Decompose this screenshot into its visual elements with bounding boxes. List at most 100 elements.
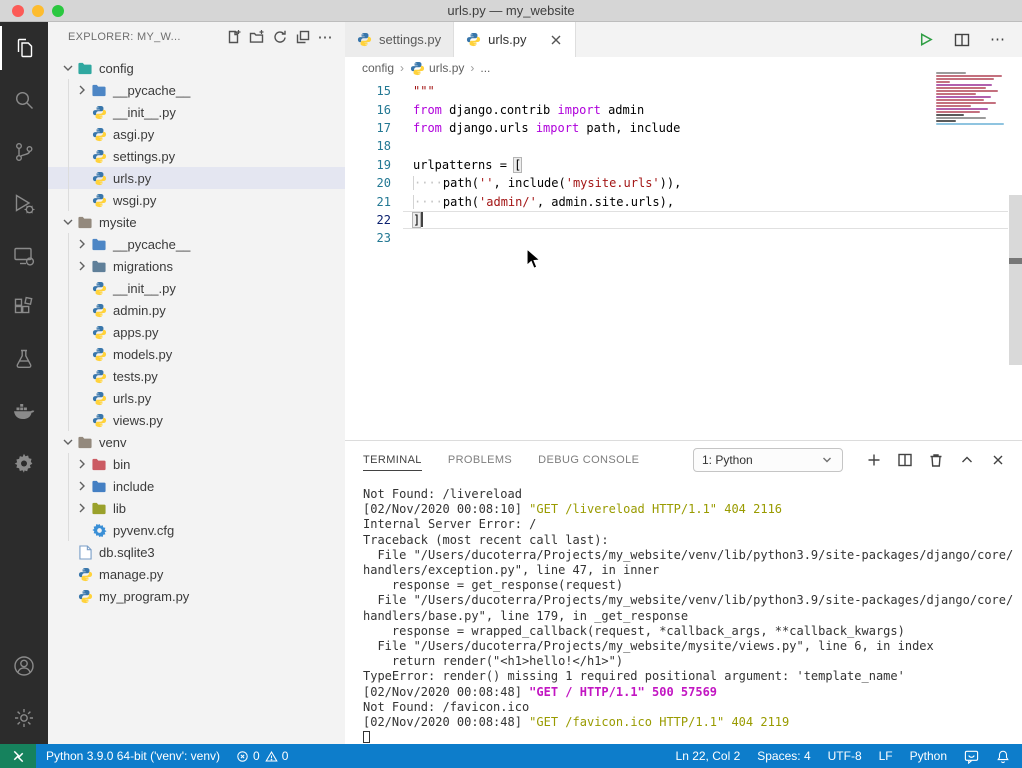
run-debug-icon[interactable] [0,178,48,230]
folder-icon [90,501,108,516]
breadcrumb-config[interactable]: config [362,61,394,75]
python-interpreter-status[interactable]: Python 3.9.0 64-bit ('venv': venv) [46,749,220,763]
tree-item--pycache-[interactable]: __pycache__ [48,79,345,101]
tree-item-settings-py[interactable]: settings.py [48,145,345,167]
tree-item--pycache-[interactable]: __pycache__ [48,233,345,255]
tree-item-asgi-py[interactable]: asgi.py [48,123,345,145]
breadcrumb-symbol[interactable]: ... [480,61,490,75]
source-control-icon[interactable] [0,126,48,178]
accounts-icon[interactable] [0,640,48,692]
kill-terminal-icon[interactable] [926,452,946,468]
line-number: 17 [345,121,391,135]
tree-item-lib[interactable]: lib [48,497,345,519]
tree-item-tests-py[interactable]: tests.py [48,365,345,387]
breadcrumb-urls-py[interactable]: urls.py [410,61,464,76]
explorer-title: EXPLORER: MY_W... [68,31,222,43]
tree-item-wsgi-py[interactable]: wsgi.py [48,189,345,211]
run-button[interactable] [917,31,934,48]
testing-icon[interactable] [0,334,48,386]
tree-item-config[interactable]: config [48,57,345,79]
minimap[interactable] [936,72,1008,126]
vertical-scrollbar[interactable] [1009,195,1022,365]
file-tree: config__pycache____init__.pyasgi.pysetti… [48,57,345,607]
notifications-bell-icon[interactable] [996,749,1010,764]
close-window-button[interactable] [12,5,24,17]
close-tab-icon[interactable] [549,33,563,47]
tree-item-bin[interactable]: bin [48,453,345,475]
zoom-window-button[interactable] [52,5,64,17]
search-icon[interactable] [0,74,48,126]
indentation-status[interactable]: Spaces: 4 [757,749,810,763]
encoding-status[interactable]: UTF-8 [828,749,862,763]
more-actions-icon[interactable]: ⋯ [990,30,1006,49]
remote-indicator[interactable] [0,744,36,768]
tree-item-urls-py[interactable]: urls.py [48,387,345,409]
tree-item-label: manage.py [99,567,163,582]
remote-explorer-icon[interactable] [0,230,48,282]
terminal-line: TypeError: render() missing 1 required p… [363,669,1022,684]
tree-item-mysite[interactable]: mysite [48,211,345,233]
tree-item-models-py[interactable]: models.py [48,343,345,365]
extension-pack-icon[interactable] [0,438,48,490]
new-file-icon[interactable] [222,26,245,48]
tree-item-migrations[interactable]: migrations [48,255,345,277]
problems-status[interactable]: 0 0 [236,749,288,763]
close-panel-icon[interactable] [988,453,1008,467]
more-actions-icon[interactable]: ⋯ [314,26,337,48]
split-terminal-icon[interactable] [895,452,915,468]
tree-item-views-py[interactable]: views.py [48,409,345,431]
split-editor-icon[interactable] [953,31,971,49]
tree-item--init-py[interactable]: __init__.py [48,277,345,299]
code-editor[interactable]: 15"""16from django.contrib import admin1… [345,79,1022,462]
tree-item-apps-py[interactable]: apps.py [48,321,345,343]
new-folder-icon[interactable] [245,26,268,48]
collapse-folders-icon[interactable] [291,26,314,48]
python-icon [76,589,94,604]
tab-terminal[interactable]: TERMINAL [363,441,422,478]
python-icon [90,303,108,318]
code-line-15: 15""" [345,82,1022,100]
docker-icon[interactable] [0,386,48,438]
refresh-icon[interactable] [268,26,291,48]
chevron-down-icon [60,214,76,230]
gear-icon [90,523,108,538]
extensions-icon[interactable] [0,282,48,334]
tree-item-urls-py[interactable]: urls.py [48,167,345,189]
terminal-output[interactable]: Not Found: /livereload[02/Nov/2020 00:08… [345,478,1022,745]
tab-urls-py[interactable]: urls.py [454,22,576,57]
maximize-panel-icon[interactable] [957,452,977,468]
tree-item-label: urls.py [113,391,151,406]
minimize-window-button[interactable] [32,5,44,17]
code-line-22: 22] [345,211,1022,229]
tree-item-include[interactable]: include [48,475,345,497]
eol-status[interactable]: LF [879,749,893,763]
feedback-icon[interactable] [964,749,979,764]
tree-item-db-sqlite3[interactable]: db.sqlite3 [48,541,345,563]
terminal-select[interactable]: 1: Python [693,448,843,472]
terminal-line: File "/Users/ducoterra/Projects/my_websi… [363,593,1022,608]
tree-item-manage-py[interactable]: manage.py [48,563,345,585]
python-icon [90,149,108,164]
cursor-position-status[interactable]: Ln 22, Col 2 [676,749,741,763]
settings-icon[interactable] [0,692,48,744]
tree-item-my-program-py[interactable]: my_program.py [48,585,345,607]
tree-item-venv[interactable]: venv [48,431,345,453]
chevron-down-icon [60,434,76,450]
tab-settings-py[interactable]: settings.py [345,22,454,57]
language-mode-status[interactable]: Python [910,749,947,763]
line-number: 23 [345,231,391,245]
code-line-17: 17from django.urls import path, include [345,119,1022,137]
chevron-right-icon [74,478,90,494]
python-icon [90,413,108,428]
tree-item-pyvenv-cfg[interactable]: pyvenv.cfg [48,519,345,541]
chevron-down-icon [820,453,834,467]
new-terminal-icon[interactable] [864,452,884,468]
tree-item--init-py[interactable]: __init__.py [48,101,345,123]
explorer-icon[interactable] [0,22,48,74]
python-icon [466,32,481,47]
tree-item-label: __init__.py [113,105,176,120]
tab-problems[interactable]: PROBLEMS [448,441,512,478]
folder-icon [90,237,108,252]
tree-item-admin-py[interactable]: admin.py [48,299,345,321]
tab-debug-console[interactable]: DEBUG CONSOLE [538,441,639,478]
